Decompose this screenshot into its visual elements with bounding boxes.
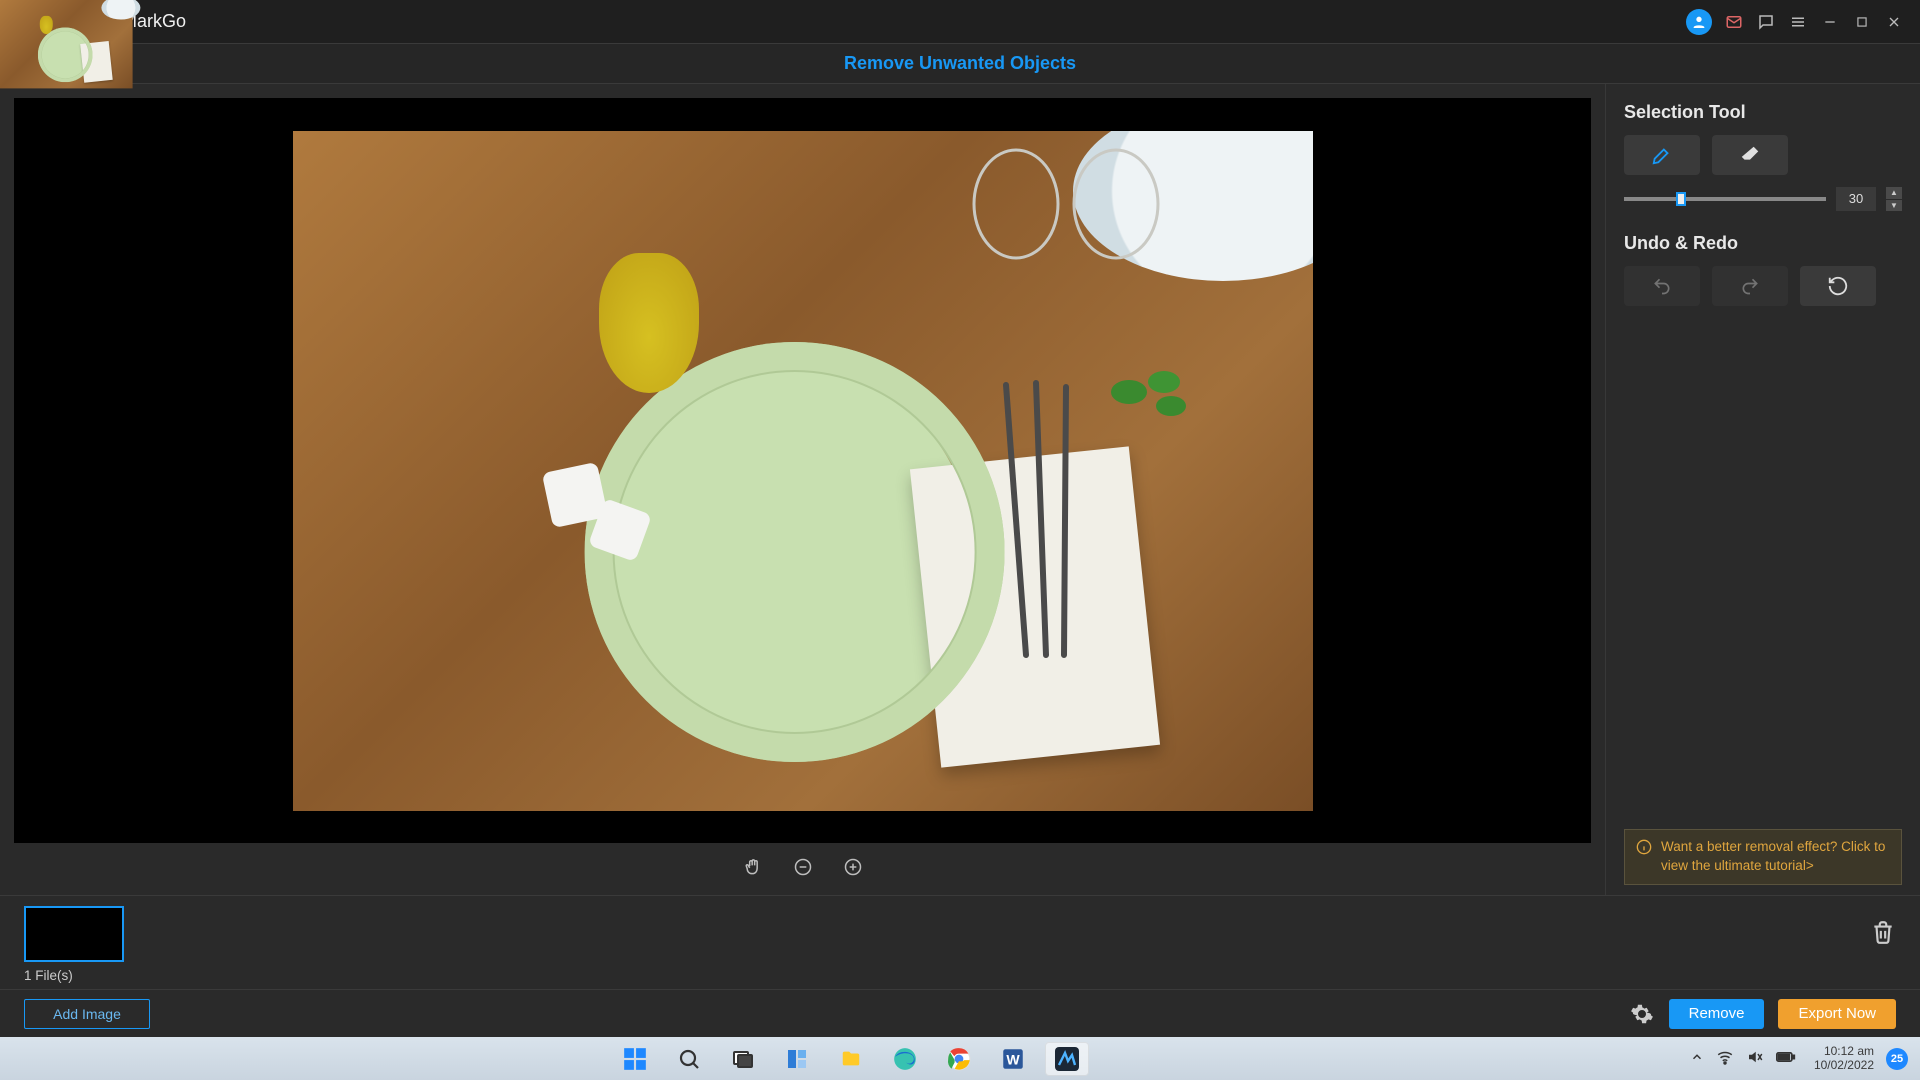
file-explorer-icon[interactable] xyxy=(829,1042,873,1076)
wifi-icon[interactable] xyxy=(1716,1048,1734,1069)
eraser-tool-button[interactable] xyxy=(1712,135,1788,175)
windows-taskbar: W 10:12 am 10/02/2022 25 xyxy=(0,1037,1920,1080)
canvas-area xyxy=(0,84,1605,895)
thumbnail-strip: 1 File(s) xyxy=(0,895,1920,989)
add-image-button[interactable]: Add Image xyxy=(24,999,150,1029)
brush-size-slider[interactable] xyxy=(1624,197,1826,201)
zoom-in-button[interactable] xyxy=(840,854,866,880)
image-thumbnail[interactable] xyxy=(24,906,124,962)
widgets-button[interactable] xyxy=(775,1042,819,1076)
remove-button[interactable]: Remove xyxy=(1669,999,1765,1029)
close-button[interactable] xyxy=(1878,6,1910,38)
edge-icon[interactable] xyxy=(883,1042,927,1076)
bottom-bar: Add Image Remove Export Now xyxy=(0,989,1920,1037)
tutorial-banner[interactable]: Want a better removal effect? Click to v… xyxy=(1624,829,1902,885)
tray-time: 10:12 am xyxy=(1814,1045,1874,1059)
undo-button[interactable] xyxy=(1624,266,1700,306)
canvas-image[interactable] xyxy=(293,131,1313,811)
maximize-button[interactable] xyxy=(1846,6,1878,38)
mail-icon[interactable] xyxy=(1718,6,1750,38)
zoom-controls xyxy=(14,843,1591,891)
redo-button[interactable] xyxy=(1712,266,1788,306)
settings-button[interactable] xyxy=(1629,1001,1655,1027)
minimize-button[interactable] xyxy=(1814,6,1846,38)
battery-icon[interactable] xyxy=(1776,1050,1796,1067)
tray-clock[interactable]: 10:12 am 10/02/2022 xyxy=(1814,1045,1874,1073)
selection-tool-label: Selection Tool xyxy=(1624,102,1902,123)
side-panel: Selection Tool 30 ▲▼ Undo & Redo xyxy=(1605,84,1920,895)
markgo-taskbar-icon[interactable] xyxy=(1045,1042,1089,1076)
tray-chevron-icon[interactable] xyxy=(1690,1050,1704,1067)
info-icon xyxy=(1635,838,1653,856)
system-tray: 10:12 am 10/02/2022 25 xyxy=(1690,1045,1908,1073)
mode-title: Remove Unwanted Objects xyxy=(844,53,1076,74)
canvas-viewport[interactable] xyxy=(14,98,1591,843)
account-icon[interactable] xyxy=(1686,9,1712,35)
pan-hand-button[interactable] xyxy=(740,854,766,880)
file-count-label: 1 File(s) xyxy=(24,968,1896,983)
undo-redo-label: Undo & Redo xyxy=(1624,233,1902,254)
titlebar: iMyFone MarkGo xyxy=(0,0,1920,44)
menu-icon[interactable] xyxy=(1782,6,1814,38)
export-button[interactable]: Export Now xyxy=(1778,999,1896,1029)
reset-button[interactable] xyxy=(1800,266,1876,306)
delete-button[interactable] xyxy=(1870,917,1896,952)
brush-size-stepper[interactable]: ▲▼ xyxy=(1886,187,1902,211)
tray-weather-badge[interactable]: 25 xyxy=(1886,1048,1908,1070)
zoom-out-button[interactable] xyxy=(790,854,816,880)
search-button[interactable] xyxy=(667,1042,711,1076)
feedback-icon[interactable] xyxy=(1750,6,1782,38)
brush-size-value[interactable]: 30 xyxy=(1836,187,1876,211)
brush-tool-button[interactable] xyxy=(1624,135,1700,175)
chrome-icon[interactable] xyxy=(937,1042,981,1076)
start-button[interactable] xyxy=(613,1042,657,1076)
task-view-button[interactable] xyxy=(721,1042,765,1076)
volume-icon[interactable] xyxy=(1746,1048,1764,1069)
tutorial-text: Want a better removal effect? Click to v… xyxy=(1661,838,1891,876)
svg-text:W: W xyxy=(1006,1051,1020,1067)
word-icon[interactable]: W xyxy=(991,1042,1035,1076)
subheader: Remove Unwanted Objects xyxy=(0,44,1920,84)
tray-date: 10/02/2022 xyxy=(1814,1059,1874,1073)
